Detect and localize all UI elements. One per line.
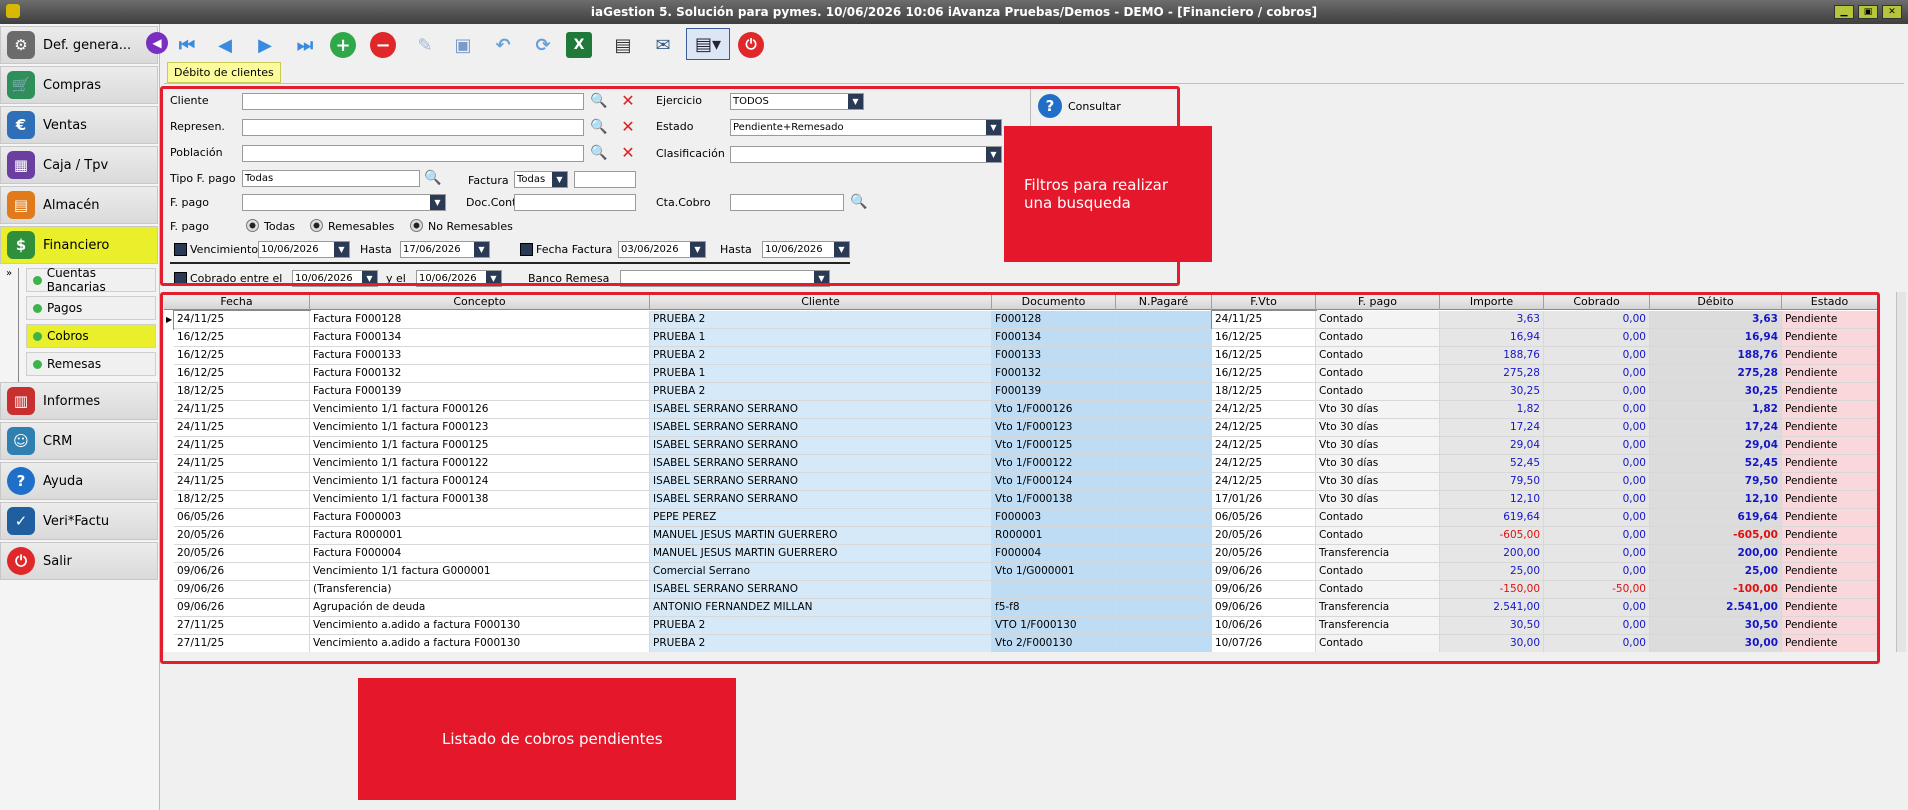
window-titlebar: iaGestion 5. Solución para pymes. 10/06/… (0, 0, 1908, 24)
report-icon: ▥ (7, 387, 35, 415)
sidebar-subitem-cuentas-bancarias[interactable]: Cuentas Bancarias (26, 266, 156, 294)
collapse-sidebar-icon[interactable]: ◀ (146, 32, 168, 54)
sidebar-item-caja-tpv[interactable]: ▦ Caja / Tpv (0, 146, 158, 184)
sidebar-subitem-cobros[interactable]: Cobros (26, 324, 156, 348)
add-icon[interactable]: + (330, 32, 356, 58)
print-icon[interactable]: ▤ (608, 30, 638, 60)
sidebar-item-label: Informes (43, 393, 101, 409)
crm-icon: ☺ (7, 427, 35, 455)
cart-icon: 🛒 (7, 71, 35, 99)
warehouse-icon: ▤ (7, 191, 35, 219)
subitem-label: Cobros (47, 329, 89, 343)
money-icon: $ (7, 231, 35, 259)
help-icon: ? (7, 467, 35, 495)
sidebar-item-informes[interactable]: ▥ Informes (0, 382, 158, 420)
sidebar-item-label: Almacén (43, 197, 100, 213)
sidebar: ⚙ Def. genera... 🛒 Compras € Ventas ▦ Ca… (0, 24, 160, 810)
refresh-icon[interactable]: ⟳ (528, 30, 558, 60)
list-callout: Listado de cobros pendientes (358, 678, 736, 800)
close-window-button[interactable]: ✕ (1882, 5, 1902, 19)
excel-icon[interactable]: X (566, 32, 592, 58)
save-icon[interactable]: ▣ (448, 30, 478, 60)
sidebar-item-label: Ayuda (43, 473, 84, 489)
sidebar-item-label: Veri*Factu (43, 513, 110, 529)
sidebar-item-ventas[interactable]: € Ventas (0, 106, 158, 144)
sidebar-item-salir[interactable]: ⏻ Salir (0, 542, 158, 580)
power-icon: ⏻ (7, 547, 35, 575)
sidebar-item-label: Caja / Tpv (43, 157, 109, 173)
filters-callout: Filtros para realizar una busqueda (1004, 126, 1212, 262)
list-highlight-frame (160, 292, 1880, 664)
sales-icon: € (7, 111, 35, 139)
first-record-icon[interactable]: ⏮ (172, 30, 202, 60)
sidebar-item-def-general[interactable]: ⚙ Def. genera... (0, 26, 158, 64)
last-record-icon[interactable]: ⏭ (290, 30, 320, 60)
bullet-icon (33, 303, 42, 313)
vertical-scrollbar[interactable] (1896, 292, 1906, 652)
toolbar: ◀ ⏮ ◀ ▶ ⏭ + − ✎ ▣ ↶ ⟳ X ▤ ✉ ▤▾ ⏻ (146, 26, 1906, 64)
sidebar-item-label: CRM (43, 433, 73, 449)
sidebar-item-verifactu[interactable]: ✓ Veri*Factu (0, 502, 158, 540)
sidebar-item-almacen[interactable]: ▤ Almacén (0, 186, 158, 224)
subitem-label: Cuentas Bancarias (46, 266, 106, 294)
email-icon[interactable]: ✉ (648, 30, 678, 60)
bullet-icon (33, 331, 42, 341)
sidebar-item-label: Compras (43, 77, 102, 93)
sidebar-subitem-remesas[interactable]: Remesas (26, 352, 156, 376)
sidebar-item-financiero[interactable]: $ Financiero (0, 226, 158, 264)
subitem-label: Pagos (47, 301, 83, 315)
subitem-label: Remesas (47, 357, 102, 371)
bullet-icon (33, 275, 42, 285)
sidebar-item-label: Financiero (43, 237, 110, 253)
tab-debito-clientes[interactable]: Débito de clientes (167, 62, 281, 83)
delete-icon[interactable]: − (370, 32, 396, 58)
register-icon: ▦ (7, 151, 35, 179)
gear-icon: ⚙ (7, 31, 35, 59)
print-options-icon[interactable]: ▤▾ (686, 28, 730, 60)
sidebar-item-compras[interactable]: 🛒 Compras (0, 66, 158, 104)
restore-button[interactable]: ▣ (1858, 5, 1878, 19)
previous-record-icon[interactable]: ◀ (210, 30, 240, 60)
sidebar-item-crm[interactable]: ☺ CRM (0, 422, 158, 460)
undo-icon[interactable]: ↶ (488, 30, 518, 60)
verifactu-icon: ✓ (7, 507, 35, 535)
sidebar-item-label: Def. genera... (43, 37, 132, 53)
sidebar-item-label: Ventas (43, 117, 87, 133)
sidebar-item-ayuda[interactable]: ? Ayuda (0, 462, 158, 500)
edit-icon[interactable]: ✎ (410, 30, 440, 60)
window-title: iaGestion 5. Solución para pymes. 10/06/… (590, 5, 1318, 19)
tab-strip: Débito de clientes (164, 62, 1904, 84)
minimize-button[interactable]: ▁ (1834, 5, 1854, 19)
sidebar-subitem-pagos[interactable]: Pagos (26, 296, 156, 320)
collapse-icon[interactable]: » (6, 268, 12, 279)
exit-icon[interactable]: ⏻ (738, 32, 764, 58)
app-icon (6, 4, 20, 18)
bullet-icon (33, 359, 42, 369)
next-record-icon[interactable]: ▶ (250, 30, 280, 60)
sidebar-item-label: Salir (43, 553, 72, 569)
